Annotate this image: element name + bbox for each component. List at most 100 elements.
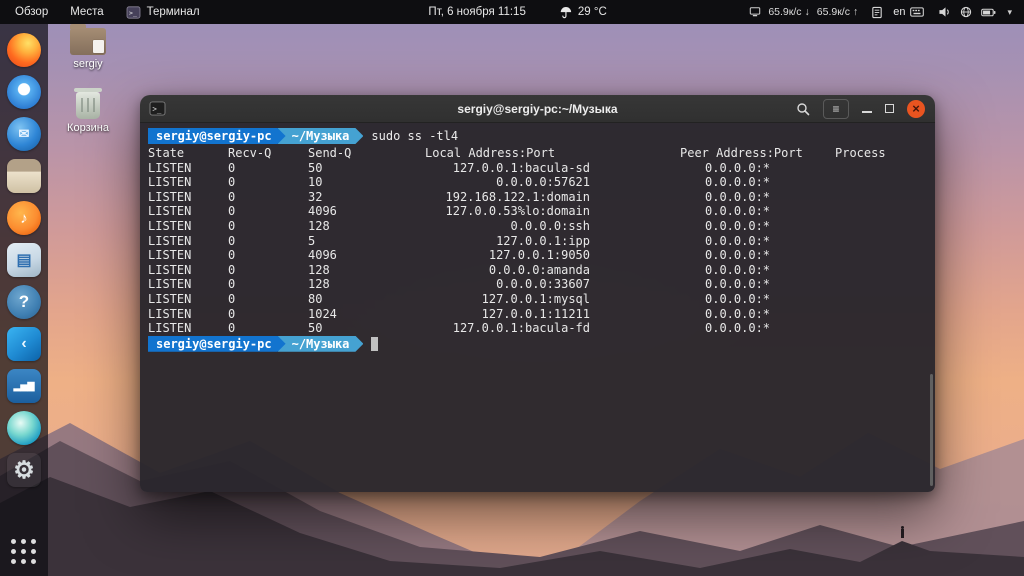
net-up-value: 65.9к/с [816,6,850,18]
desktop-icon-home-folder[interactable]: sergiy [58,24,118,70]
desktop-icon-label: sergiy [73,58,103,70]
cell-state: LISTEN [148,204,192,219]
cell-peer: 0.0.0.0:* [705,277,771,292]
cell-sendq: 128 [308,218,330,233]
top-bar-left: Обзор Места >_ Терминал [0,0,209,24]
cell-local: 0.0.0.0:33607 [496,277,590,292]
ss-table-row: LISTEN 0 5 127.0.0.1:ipp 0.0.0.0:* [148,234,935,249]
cell-sendq: 1024 [308,306,337,321]
prompt-line-current: sergiy@sergiy-pc ~/Музыка [148,336,935,352]
prompt-line-command: sergiy@sergiy-pc ~/Музыка sudo ss -tl4 [148,128,935,144]
desktop-icon-trash[interactable]: Корзина [58,88,118,134]
cell-recvq: 0 [228,204,236,219]
top-bar: Обзор Места >_ Терминал Пт, 6 ноября 11:… [0,0,1024,24]
cell-sendq: 10 [308,175,323,190]
weather-indicator[interactable]: 29 °C [556,0,611,24]
cell-local: 0.0.0.0:amanda [488,262,590,277]
trash-icon [74,88,102,119]
dock-item-settings-gear[interactable]: ⚙ [3,449,45,491]
cell-state: LISTEN [148,321,192,336]
system-status-area[interactable]: ▾ [934,0,1018,24]
cell-recvq: 0 [228,306,236,321]
clock-button[interactable]: Пт, 6 ноября 11:15 [424,0,529,24]
cell-state: LISTEN [148,262,192,277]
terminal-scrollbar[interactable] [930,374,933,486]
terminal-window-icon: >_ [149,101,166,116]
close-icon: × [912,101,920,116]
net-speed-down[interactable]: 65.9к/с ↓ [768,6,809,18]
dock-item-rhythmbox[interactable]: ♪ [3,197,45,239]
cell-peer: 0.0.0.0:* [705,204,771,219]
cell-peer: 0.0.0.0:* [705,262,771,277]
places-menu[interactable]: Места [61,0,112,24]
libreoffice-writer-icon: ▤ [7,243,41,277]
cell-state: LISTEN [148,160,192,175]
terminal-content[interactable]: sergiy@sergiy-pc ~/Музыка sudo ss -tl4 S… [140,123,935,492]
show-apps-button[interactable] [7,535,41,569]
cell-sendq: 4096 [308,248,337,263]
col-header-local: Local Address:Port [425,146,556,160]
clipboard-icon[interactable] [871,6,883,19]
dock-item-help[interactable]: ? [3,281,45,323]
cell-local: 127.0.0.1:9050 [488,248,590,263]
dock-item-chromium-browser[interactable] [3,71,45,113]
col-header-peer: Peer Address:Port [680,146,803,160]
cell-sendq: 128 [308,277,330,292]
menu-button[interactable]: ≡ [823,98,849,119]
cell-sendq: 50 [308,160,323,175]
search-button[interactable] [796,102,810,116]
cell-recvq: 0 [228,321,236,336]
cell-local: 0.0.0.0:ssh [510,218,590,233]
cell-peer: 0.0.0.0:* [705,160,771,175]
maximize-button[interactable] [885,104,894,113]
minimize-button[interactable] [862,104,872,113]
close-button[interactable]: × [907,99,925,118]
dock-item-files[interactable] [3,155,45,197]
cell-peer: 0.0.0.0:* [705,306,771,321]
ss-table-row: LISTEN 0 4096 127.0.0.1:9050 0.0.0.0:* [148,248,935,263]
ss-table-header: State Recv-Q Send-Q Local Address:Port P… [148,146,935,161]
network-icon [960,6,972,18]
window-controls: ≡ × [796,98,935,119]
ss-table-row: LISTEN 0 32 192.168.122.1:domain 0.0.0.0:* [148,190,935,205]
cell-recvq: 0 [228,248,236,263]
clock-label: Пт, 6 ноября 11:15 [428,6,526,18]
chromium-browser-icon [7,75,41,109]
dock-item-libreoffice-writer[interactable]: ▤ [3,239,45,281]
focused-app-menu[interactable]: >_ Терминал [117,0,209,24]
files-icon [7,159,41,193]
cell-recvq: 0 [228,277,236,292]
net-speed-up[interactable]: 65.9к/с ↑ [817,6,858,18]
cell-peer: 0.0.0.0:* [705,218,771,233]
hamburger-icon: ≡ [832,101,840,116]
svg-text:>_: >_ [152,104,162,113]
cell-local: 0.0.0.0:57621 [496,175,590,190]
top-bar-right: 65.9к/с ↓ 65.9к/с ↑ en ▾ [749,0,1024,24]
net-monitor-icon [749,6,761,18]
cell-peer: 0.0.0.0:* [705,291,771,306]
cell-peer: 0.0.0.0:* [705,321,771,336]
net-down-value: 65.9к/с [768,6,802,18]
dock-item-firefox[interactable] [3,29,45,71]
dock-items: ✉ ♪ ▤? ‹ ▂▅▇ ⚙ [3,24,45,491]
cell-state: LISTEN [148,175,192,190]
cell-state: LISTEN [148,248,192,263]
ss-output-rows: LISTEN 0 50 127.0.0.1:bacula-sd 0.0.0.0:* LIS… [148,161,935,336]
cell-local: 127.0.0.1:11211 [481,306,590,321]
activities-button[interactable]: Обзор [6,0,57,24]
top-bar-center: Пт, 6 ноября 11:15 29 °C [424,0,610,24]
ss-table-row: LISTEN 0 128 0.0.0.0:ssh 0.0.0.0:* [148,219,935,234]
dock-item-globe-app[interactable] [3,407,45,449]
prompt-user-host: sergiy@sergiy-pc [148,336,286,352]
keyboard-layout-indicator[interactable]: en [890,0,927,24]
thunderbird-icon: ✉ [7,117,41,151]
terminal-titlebar[interactable]: >_ sergiy@sergiy-pc:~/Музыка ≡ × [140,95,935,123]
cell-state: LISTEN [148,233,192,248]
dock-item-thunderbird[interactable]: ✉ [3,113,45,155]
activities-label: Обзор [15,6,49,18]
cell-local: 127.0.0.1:mysql [481,291,590,306]
dock-item-vscode[interactable]: ‹ [3,323,45,365]
dock-item-system-monitor[interactable]: ▂▅▇ [3,365,45,407]
col-header-recvq: Recv-Q [228,146,272,160]
cell-peer: 0.0.0.0:* [705,233,771,248]
